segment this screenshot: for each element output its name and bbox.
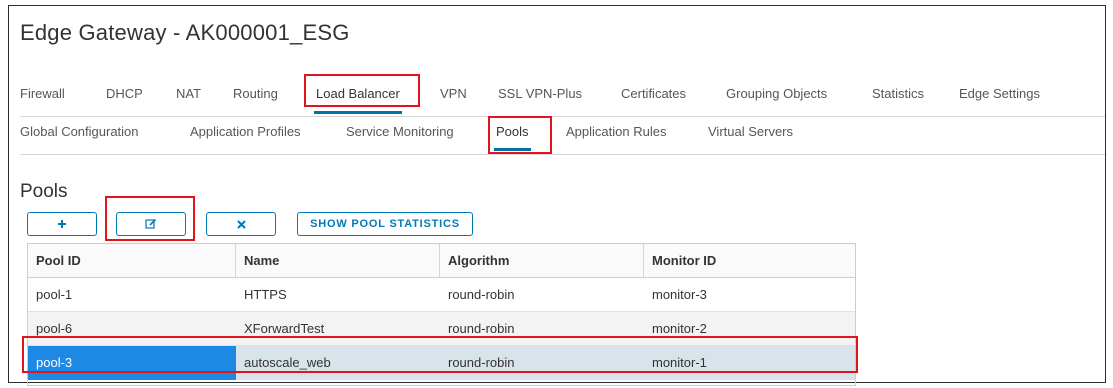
edge-gateway-panel: Edge Gateway - AK000001_ESG Firewall DHC…: [8, 5, 1106, 386]
plus-icon: [57, 219, 67, 229]
tab-firewall[interactable]: Firewall: [20, 84, 65, 104]
tab-statistics[interactable]: Statistics: [872, 84, 924, 104]
highlight-box-selected-row: [22, 336, 858, 373]
tab-grouping-objects[interactable]: Grouping Objects: [726, 84, 827, 104]
main-tab-bar: Firewall DHCP NAT Routing Load Balancer …: [20, 84, 1105, 117]
cell-pool-id: pool-1: [36, 287, 73, 302]
cell-algorithm: round-robin: [448, 287, 515, 302]
tab-global-configuration[interactable]: Global Configuration: [20, 122, 139, 142]
delete-button[interactable]: [206, 212, 276, 236]
tab-routing[interactable]: Routing: [233, 84, 278, 104]
add-button[interactable]: [27, 212, 97, 236]
table-row[interactable]: pool-1 HTTPS round-robin monitor-3: [28, 278, 855, 312]
tab-ssl-vpn-plus[interactable]: SSL VPN-Plus: [498, 84, 582, 104]
page-title: Edge Gateway - AK000001_ESG: [20, 20, 350, 45]
highlight-box-edit: [105, 196, 195, 241]
cell-name: HTTPS: [244, 287, 287, 302]
column-header-pool-id[interactable]: Pool ID: [28, 244, 236, 277]
tab-nat[interactable]: NAT: [176, 84, 201, 104]
column-header-name[interactable]: Name: [236, 244, 440, 277]
tab-service-monitoring[interactable]: Service Monitoring: [346, 122, 454, 142]
column-header-monitor-id[interactable]: Monitor ID: [644, 244, 855, 277]
tab-virtual-servers[interactable]: Virtual Servers: [708, 122, 793, 142]
show-pool-statistics-button[interactable]: SHOW POOL STATISTICS: [297, 212, 473, 236]
cell-monitor-id: monitor-3: [652, 287, 707, 302]
table-header-row: Pool ID Name Algorithm Monitor ID: [28, 244, 855, 278]
tab-dhcp[interactable]: DHCP: [106, 84, 143, 104]
highlight-box-load-balancer: [304, 74, 420, 107]
tab-application-rules[interactable]: Application Rules: [566, 122, 666, 142]
tab-application-profiles[interactable]: Application Profiles: [190, 122, 301, 142]
tab-vpn[interactable]: VPN: [440, 84, 467, 104]
highlight-box-pools: [488, 116, 552, 154]
tab-edge-settings[interactable]: Edge Settings: [959, 84, 1040, 104]
x-icon: [236, 219, 246, 229]
column-header-algorithm[interactable]: Algorithm: [440, 244, 644, 277]
tab-certificates[interactable]: Certificates: [621, 84, 686, 104]
sub-tab-bar: Global Configuration Application Profile…: [20, 122, 1105, 155]
section-title: Pools: [20, 181, 68, 202]
